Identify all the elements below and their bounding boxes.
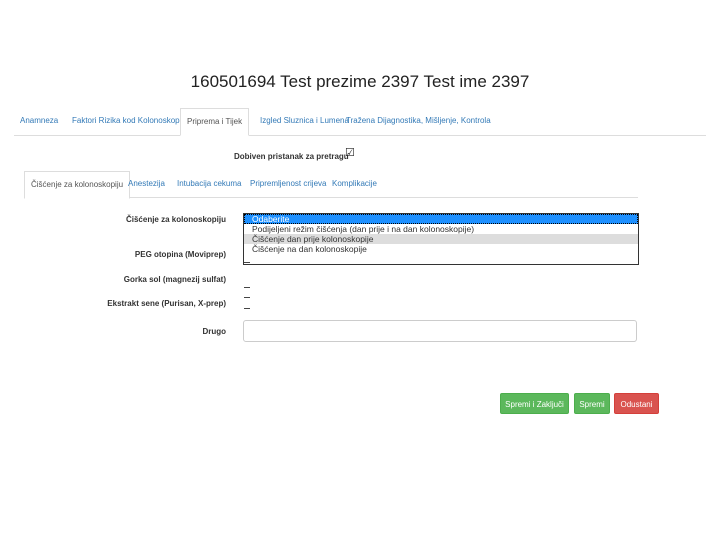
gorka-sol-label: Gorka sol (magnezij sulfat) — [123, 275, 226, 284]
page-title: 160501694 Test prezime 2397 Test ime 239… — [190, 72, 530, 91]
cleaning-option[interactable]: Čišćenje na dan kolonoskopije — [244, 244, 638, 254]
save-and-close-button[interactable]: Spremi i Zaključi — [500, 393, 569, 414]
drugo-input[interactable] — [243, 320, 637, 342]
tab-priprema-i-tijek[interactable]: Priprema i Tijek — [180, 108, 250, 136]
peg-label: PEG otopina (Moviprep) — [134, 250, 226, 259]
cleaning-option[interactable]: Odaberite — [244, 214, 638, 224]
tab-faktori-rizika[interactable]: Faktori Rizika kod Kolonoskopije — [66, 108, 194, 134]
tab-pripremljenost-crijeva[interactable]: Pripremljenost crijeva — [244, 171, 332, 197]
tab-komplikacije[interactable]: Komplikacije — [326, 171, 383, 197]
ekstrakt-sene-checkbox-2[interactable] — [244, 308, 250, 309]
consent-checkbox[interactable]: ☑ — [345, 148, 355, 159]
tab-anamneza[interactable]: Anamneza — [14, 108, 64, 134]
ekstrakt-sene-label: Ekstrakt sene (Purisan, X-prep) — [107, 299, 226, 308]
cleaning-label: Čišćenje za kolonoskopiju — [125, 215, 226, 224]
main-tab-bar: Anamneza Faktori Rizika kod Kolonoskopij… — [14, 108, 706, 136]
tab-trazena-dijagnostika[interactable]: Tražena Dijagnostika, Mišljenje, Kontrol… — [340, 108, 497, 134]
save-button[interactable]: Spremi — [574, 393, 610, 414]
drugo-label: Drugo — [202, 327, 226, 336]
cancel-button[interactable]: Odustani — [614, 393, 659, 414]
sub-tab-bar: Čišćenje za kolonoskopiju Anestezija Int… — [24, 171, 638, 199]
ekstrakt-sene-checkbox[interactable] — [244, 297, 250, 298]
peg-checkbox[interactable] — [244, 262, 250, 263]
tab-anestezija[interactable]: Anestezija — [122, 171, 171, 197]
cleaning-option[interactable]: Podijeljeni režim čišćenja (dan prije i … — [244, 224, 638, 234]
tab-ciscenje[interactable]: Čišćenje za kolonoskopiju — [24, 171, 131, 199]
cleaning-option[interactable]: Čišćenje dan prije kolonoskopije — [244, 234, 638, 244]
tab-intubacija-cekuma[interactable]: Intubacija cekuma — [171, 171, 247, 197]
gorka-sol-checkbox[interactable] — [244, 287, 250, 288]
consent-label: Dobiven pristanak za pretragu — [234, 152, 349, 161]
cleaning-select[interactable]: Odaberite Podijeljeni režim čišćenja (da… — [243, 213, 639, 265]
